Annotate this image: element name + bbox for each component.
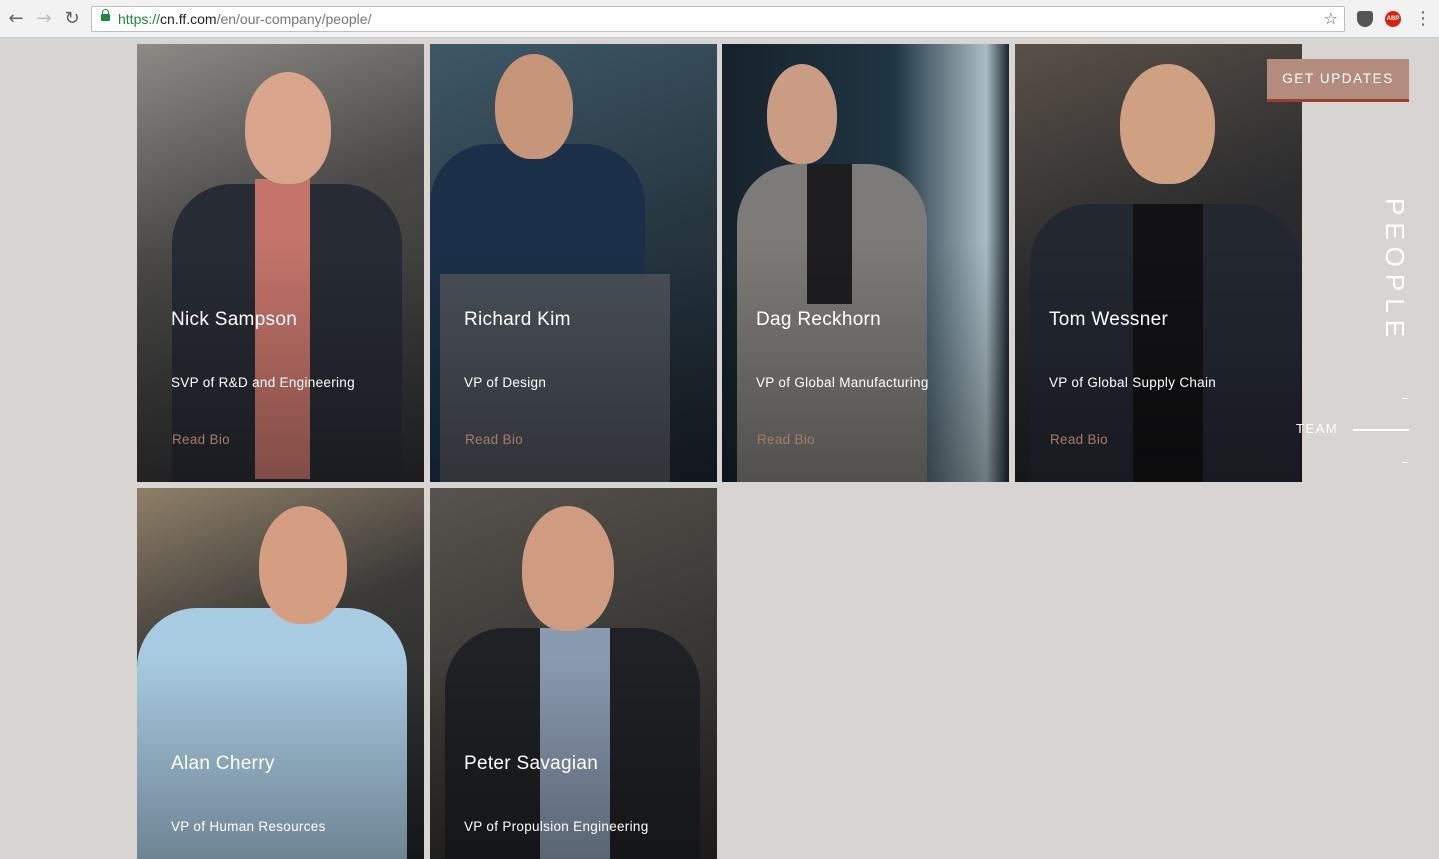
person-name: Alan Cherry (171, 753, 275, 774)
nav-tick[interactable] (1402, 462, 1408, 463)
star-icon[interactable]: ☆ (1324, 9, 1338, 28)
person-role: VP of Human Resources (171, 819, 326, 834)
person-card[interactable]: Nick Sampson SVP of R&D and Engineering … (137, 44, 424, 482)
person-card[interactable]: Dag Reckhorn VP of Global Manufacturing … (722, 44, 1009, 482)
read-bio-link[interactable]: Read Bio (465, 432, 523, 447)
person-role: VP of Propulsion Engineering (464, 819, 649, 834)
person-card[interactable]: Alan Cherry VP of Human Resources (137, 488, 424, 859)
nav-active-indicator (1353, 429, 1409, 431)
read-bio-link[interactable]: Read Bio (757, 432, 815, 447)
section-label: PEOPLE (1376, 198, 1416, 344)
pocket-icon[interactable] (1357, 11, 1373, 27)
adblock-icon[interactable]: ABP (1385, 11, 1401, 27)
read-bio-link[interactable]: Read Bio (172, 432, 230, 447)
url-text[interactable]: https://cn.ff.com/en/our-company/people/ (118, 11, 371, 27)
person-role: VP of Global Manufacturing (756, 375, 929, 390)
person-name: Tom Wessner (1049, 309, 1169, 330)
person-card[interactable]: Tom Wessner VP of Global Supply Chain Re… (1015, 44, 1302, 482)
person-role: VP of Global Supply Chain (1049, 375, 1217, 390)
browser-toolbar: ← → ↻ https://cn.ff.com/en/our-company/p… (0, 0, 1439, 38)
get-updates-button[interactable]: GET UPDATES (1267, 59, 1409, 102)
back-icon[interactable]: ← (6, 8, 26, 30)
person-name: Dag Reckhorn (756, 309, 882, 330)
reload-icon[interactable]: ↻ (62, 8, 82, 30)
person-name: Peter Savagian (464, 753, 599, 774)
person-role: SVP of R&D and Engineering (171, 375, 355, 390)
person-name: Richard Kim (464, 309, 571, 330)
person-name: Nick Sampson (171, 309, 298, 330)
address-bar[interactable]: https://cn.ff.com/en/our-company/people/… (91, 6, 1345, 32)
read-bio-link[interactable]: Read Bio (1050, 432, 1108, 447)
nav-item-team[interactable]: TEAM (1296, 421, 1338, 436)
person-card[interactable]: Richard Kim VP of Design Read Bio (430, 44, 717, 482)
lock-icon (101, 9, 110, 21)
section-label-text: PEOPLE (1380, 198, 1410, 345)
forward-icon[interactable]: → (34, 8, 54, 30)
person-card[interactable]: Peter Savagian VP of Propulsion Engineer… (430, 488, 717, 859)
person-role: VP of Design (464, 375, 547, 390)
nav-tick[interactable] (1402, 398, 1408, 399)
menu-icon[interactable]: ⋮ (1414, 8, 1432, 30)
